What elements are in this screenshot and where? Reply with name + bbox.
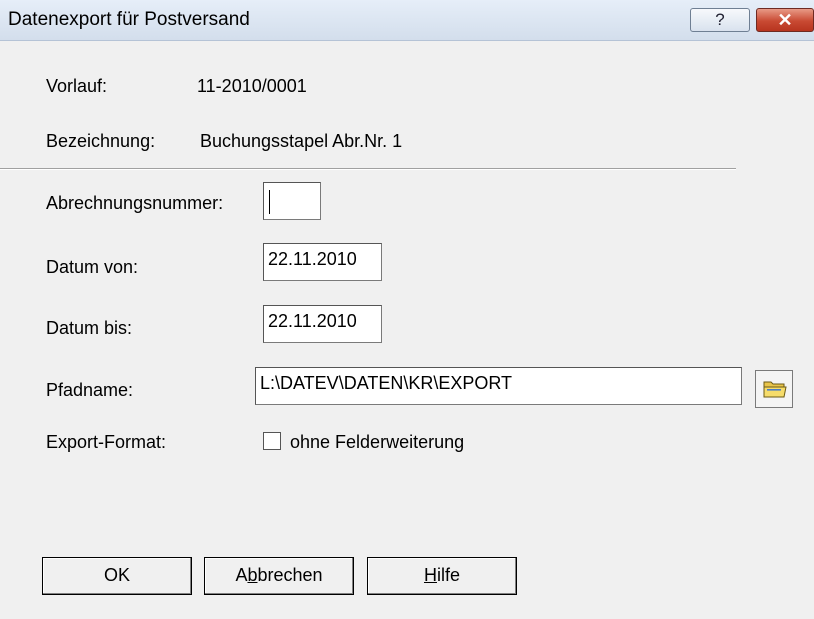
datum-von-label: Datum von: bbox=[46, 257, 139, 277]
vorlauf-value: 11-2010/0001 bbox=[197, 76, 307, 96]
export-format-label: Export-Format: bbox=[46, 432, 167, 452]
ohne-felderweiterung-label[interactable]: ohne Felderweiterung bbox=[290, 432, 464, 453]
ok-button[interactable]: OK bbox=[42, 557, 192, 595]
datum-bis-label: Datum bis: bbox=[46, 318, 133, 338]
pfadname-label: Pfadname: bbox=[46, 380, 134, 400]
bezeichnung-value: Buchungsstapel Abr.Nr. 1 bbox=[200, 131, 403, 151]
dialog-window: Datenexport für Postversand ? ✕ Vorlauf:… bbox=[0, 0, 814, 619]
vorlauf-label: Vorlauf: bbox=[46, 76, 108, 96]
separator bbox=[0, 168, 736, 170]
text-caret bbox=[269, 190, 270, 214]
abrechnungsnummer-label: Abrechnungsnummer: bbox=[46, 193, 224, 213]
help-button[interactable]: ? bbox=[690, 8, 750, 32]
window-title: Datenexport für Postversand bbox=[8, 9, 250, 30]
datum-von-input[interactable]: 22.11.2010 bbox=[263, 243, 382, 281]
hilfe-button[interactable]: Hilfe bbox=[367, 557, 517, 595]
folder-icon bbox=[763, 381, 787, 398]
bezeichnung-label: Bezeichnung: bbox=[46, 131, 156, 151]
browse-folder-button[interactable] bbox=[755, 370, 793, 408]
close-icon: ✕ bbox=[777, 10, 793, 30]
help-icon: ? bbox=[715, 10, 725, 29]
datum-bis-input[interactable]: 22.11.2010 bbox=[263, 305, 382, 343]
abbrechen-button[interactable]: Abbrechen bbox=[204, 557, 354, 595]
title-bar[interactable]: Datenexport für Postversand ? ✕ bbox=[0, 0, 814, 41]
pfadname-input[interactable]: L:\DATEV\DATEN\KR\EXPORT bbox=[255, 367, 742, 405]
ohne-felderweiterung-checkbox[interactable] bbox=[263, 432, 281, 450]
close-button[interactable]: ✕ bbox=[756, 8, 814, 32]
abrechnungsnummer-input[interactable] bbox=[263, 182, 321, 220]
